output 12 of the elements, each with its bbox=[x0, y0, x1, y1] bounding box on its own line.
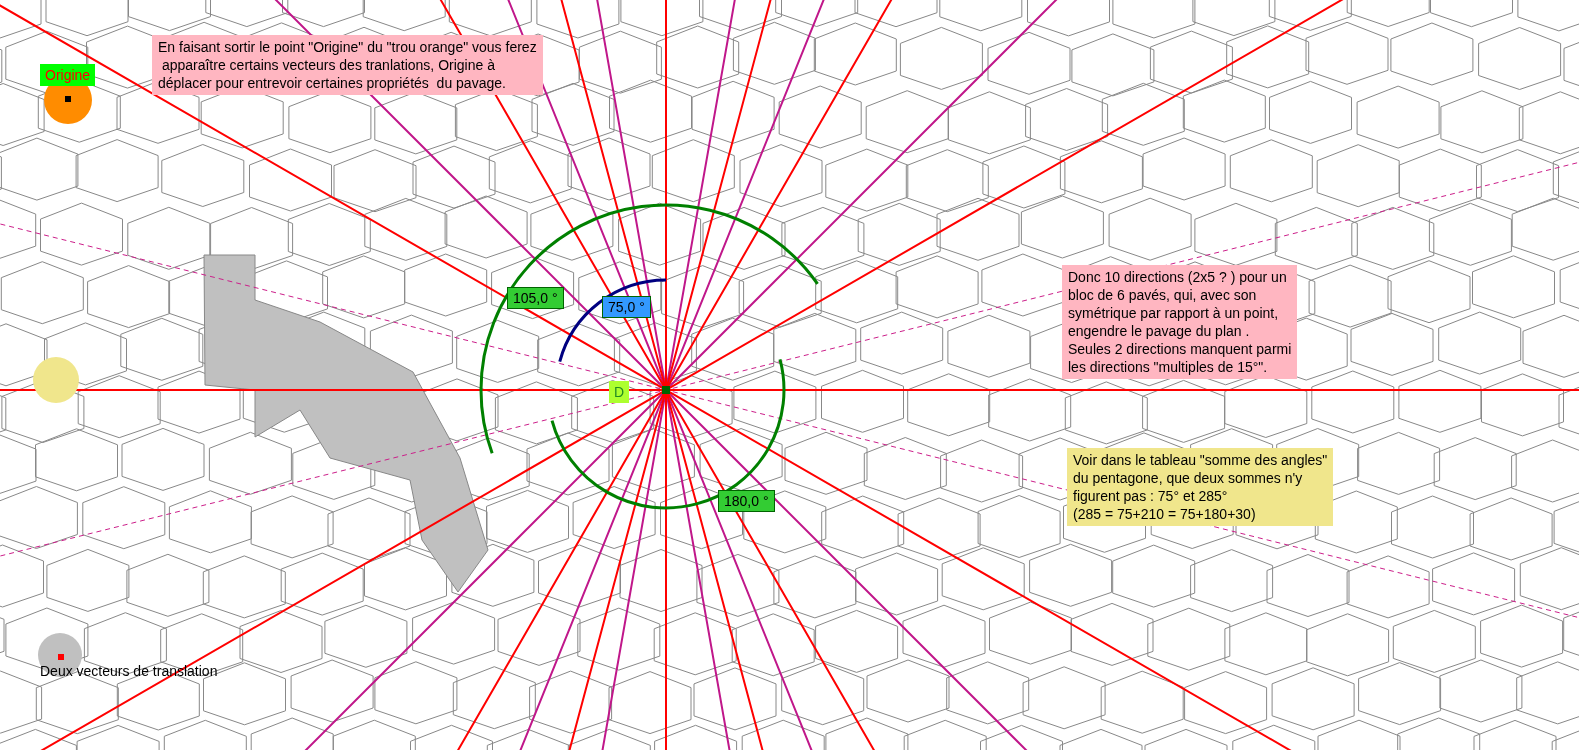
angle-label: 75,0 ° bbox=[602, 296, 651, 318]
center-point[interactable] bbox=[662, 386, 670, 394]
origin-point[interactable] bbox=[65, 96, 71, 102]
point-label: Origine bbox=[40, 64, 96, 86]
point-label: D bbox=[609, 381, 630, 403]
trace-disk bbox=[33, 357, 79, 403]
text-note: Voir dans le tableau "somme des angles" du pentagone, que deux sommes n'y figurent pas : 75° et 285° (285 = 75+210 = 75+180+30) bbox=[1067, 448, 1334, 526]
angle-label: 180,0 ° bbox=[718, 490, 775, 512]
vector-point[interactable] bbox=[58, 654, 64, 660]
angle-label: 105,0 ° bbox=[507, 287, 564, 309]
text-note: Donc 10 directions (2x5 ? ) pour un bloc de 6 pavés, qui, avec son symétrique par rapport à un point, engendre le pavage du plan . Seules 2 directions manquent parmi les directions "multiples de 15°". bbox=[1062, 265, 1298, 379]
text-note: En faisant sortir le point "Origine" du "trou orange" vous ferez apparaître certains vecteurs des tranlations, Origine à déplacer pour entrevoir certaines propriétés du pavage. bbox=[152, 35, 543, 95]
